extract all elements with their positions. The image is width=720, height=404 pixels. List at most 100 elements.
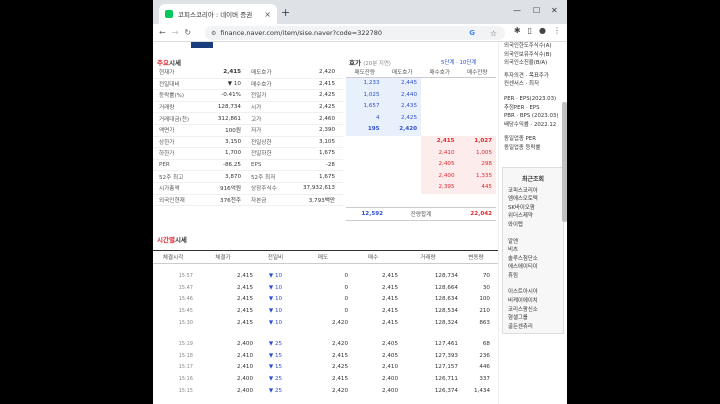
sidebar-item[interactable]: SK바이오팜 xyxy=(503,204,563,213)
volume-cell: 128,324 xyxy=(434,320,458,327)
empty-cell xyxy=(384,171,422,183)
menu-icon[interactable]: ⋮ xyxy=(553,26,561,35)
quote-label: 상한가 xyxy=(159,139,175,146)
sidebar-item[interactable]: 코피스코리아 xyxy=(503,187,563,196)
empty-cell xyxy=(421,90,459,102)
bid-row: 2,395 445 xyxy=(346,182,496,194)
quote-value: ▼ 10 xyxy=(227,80,241,87)
sidebar-item[interactable]: 솔루스첨단소 xyxy=(503,255,563,264)
bid-price[interactable]: 2,410 xyxy=(421,147,459,160)
quote-row: 거래대금(천) 312,861 고가 2,460 xyxy=(153,113,343,125)
section-title-timeline: 시간별시세 xyxy=(157,236,187,244)
sidebar-item[interactable]: 와이랩 xyxy=(503,221,563,230)
bid-qty: 445 xyxy=(458,182,496,194)
quote-label: 거래대금(천) xyxy=(159,116,190,123)
sidebar-item: 추정PER · EPS xyxy=(504,104,540,111)
valuation-list: PER · EPS(2023.03) 추정PER · EPS PBR · BPS (… xyxy=(499,95,567,129)
timeline-column-header: 체결가 xyxy=(215,255,231,261)
time-cell: 15:18 xyxy=(178,352,193,359)
sidebar-item[interactable]: 에스에이티이 xyxy=(503,263,563,272)
site-info-icon[interactable]: ⚙ xyxy=(211,30,216,37)
timeline-row: 15:15 2,400 ▼ 25 2,420 2,400 126,374 1,434 xyxy=(153,385,498,397)
delta-cell: 68 xyxy=(482,340,490,347)
url-field[interactable]: ⚙ finance.naver.com/item/sise.naver?code… xyxy=(205,26,505,40)
new-tab-icon[interactable]: + xyxy=(281,6,290,19)
buy-cell: 2,400 xyxy=(381,388,398,395)
browser-tab[interactable]: 코피스코리아 : 네이버 증권 × xyxy=(159,4,277,24)
bookmark-star-icon[interactable]: ☆ xyxy=(490,29,497,38)
back-icon[interactable]: ← xyxy=(159,28,166,37)
sidebar-item[interactable]: 골든센츄리 xyxy=(503,323,563,332)
quote-value: 37,932,613 xyxy=(302,185,335,192)
quote-label: 외국인현재 xyxy=(159,197,185,204)
sell-cell: 2,415 xyxy=(331,352,348,359)
ask-price[interactable]: 2,420 xyxy=(383,124,421,136)
ask-price[interactable]: 2,425 xyxy=(383,112,421,125)
quote-label: 매도호가 xyxy=(251,70,272,77)
sidebar-item[interactable]: 형셀그룹 xyxy=(503,314,563,323)
bid-qty: 1,005 xyxy=(458,147,496,160)
profile-icon[interactable]: ● xyxy=(539,26,546,35)
empty-cell xyxy=(421,113,459,125)
maximize-icon[interactable]: ☐ xyxy=(533,6,540,15)
empty-cell xyxy=(421,78,459,90)
bid-price[interactable]: 2,405 xyxy=(421,159,459,171)
ask-price[interactable]: 2,435 xyxy=(383,101,421,113)
quote-value: 376천주 xyxy=(220,197,241,204)
quote-row: 등락률(%) -0.41% 전일가 2,425 xyxy=(153,90,343,102)
quote-label: 전일상한 xyxy=(251,139,272,146)
sidebar-item[interactable]: 이스트아시아 xyxy=(503,288,563,297)
active-tab-indicator xyxy=(191,42,213,48)
close-window-icon[interactable]: ✕ xyxy=(551,6,558,15)
bid-price[interactable]: 2,400 xyxy=(421,170,459,183)
sidebar-item[interactable]: 알엔 xyxy=(503,238,563,247)
google-icon[interactable]: G xyxy=(469,29,475,37)
sidepanel-icon[interactable]: ▯ xyxy=(528,26,532,35)
ask-row: 1,657 2,435 xyxy=(346,101,496,113)
close-tab-icon[interactable]: × xyxy=(264,10,271,19)
sidebar-item[interactable]: 휴림 xyxy=(503,272,563,281)
timeline-column-header: 변동량 xyxy=(468,255,484,261)
quote-value: 2,415 xyxy=(318,80,335,87)
quote-row: 시가총액 916억원 상장주식수 37,932,613 xyxy=(153,183,343,195)
forward-icon[interactable]: → xyxy=(172,28,179,37)
extensions-icon[interactable]: ✱ xyxy=(514,26,521,35)
sidebar-item[interactable]: 엠에스오토텍 xyxy=(503,195,563,204)
empty-cell xyxy=(384,182,422,194)
sell-cell: 2,425 xyxy=(331,364,348,371)
main-content: 주요시세 현재가 2,415 매도호가 2,420 전일대비 ▼ 10 매수호가 2,415 등… xyxy=(153,42,498,404)
price-cell: 2,400 xyxy=(236,340,253,347)
price-cell: 2,415 xyxy=(236,320,253,327)
change-cell: ▼ 15 xyxy=(268,352,283,359)
quote-value: 3,105 xyxy=(318,138,335,145)
order-book-column-header: 매수잔량 xyxy=(466,69,488,76)
quote-row: 상한가 3,150 전일상한 3,105 xyxy=(153,137,343,149)
scrollbar[interactable] xyxy=(562,102,567,222)
change-cell: ▼ 15 xyxy=(268,364,283,371)
change-cell: ▼ 10 xyxy=(268,320,283,327)
order-book: 매도잔량 매도호가 매수호가 매수잔량 1,233 2,445 1,025 2,440 1,6… xyxy=(346,60,496,194)
bid-price[interactable]: 2,415 xyxy=(421,135,459,148)
bid-row: 2,400 1,335 xyxy=(346,170,496,183)
change-cell: ▼ 10 xyxy=(268,296,283,303)
price-cell: 2,415 xyxy=(236,296,253,303)
ask-qty: 1,233 xyxy=(346,78,384,90)
timeline-row: 15:17 2,410 ▼ 15 2,425 2,410 127,157 446 xyxy=(153,362,498,374)
recent-views-title: 최근조회 xyxy=(521,175,545,183)
delta-cell: 863 xyxy=(479,320,490,327)
total-bid: 22,042 xyxy=(470,211,492,217)
reload-icon[interactable]: ↻ xyxy=(184,28,191,37)
change-cell: ▼ 10 xyxy=(268,308,283,315)
ask-price[interactable]: 2,440 xyxy=(383,89,421,102)
quote-value: 1,675 xyxy=(318,150,335,157)
sidebar-item[interactable]: 비케이에이치 xyxy=(503,297,563,306)
quote-label: 등락률(%) xyxy=(159,93,185,100)
browser-window: 코피스코리아 : 네이버 증권 × + — ☐ ✕ ← → ↻ ⚙ financ… xyxy=(153,0,567,404)
minimize-icon[interactable]: — xyxy=(513,6,521,15)
ask-price[interactable]: 2,445 xyxy=(383,78,421,90)
bid-price[interactable]: 2,395 xyxy=(421,182,459,194)
sidebar-item[interactable]: 비츠 xyxy=(503,246,563,255)
sidebar-item[interactable]: 코리스팡신소 xyxy=(503,306,563,315)
sidebar-item[interactable]: 위더스제약 xyxy=(503,212,563,221)
buy-cell: 2,405 xyxy=(381,352,398,359)
